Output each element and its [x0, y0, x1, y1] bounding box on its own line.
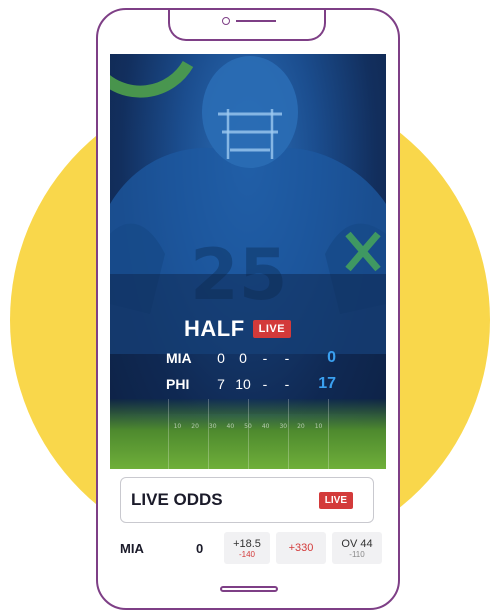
quarter-score: - [262, 376, 268, 392]
total-value: OV 44 [341, 537, 373, 550]
hero-image: 25 10 20 30 40 50 40 30 20 10 HALF LIVE … [110, 54, 386, 469]
yard-markers: 10 20 30 40 50 40 30 20 10 [110, 423, 386, 430]
live-odds-header[interactable]: LIVE ODDS LIVE [120, 477, 374, 523]
yard-marker: 20 [297, 423, 305, 430]
yard-line [288, 399, 289, 469]
yard-marker: 30 [208, 423, 217, 430]
moneyline-value: +330 [288, 542, 314, 554]
yard-line [168, 399, 169, 469]
football-field: 10 20 30 40 50 40 30 20 10 [110, 399, 386, 469]
yard-marker: 50 [244, 423, 252, 430]
quarter-score: 7 [217, 376, 225, 392]
odds-row-mia: MIA 0 +18.5 -140 +330 OV 44 -110 [110, 532, 386, 568]
live-odds-title: LIVE ODDS [131, 490, 223, 509]
yard-line [208, 399, 209, 469]
home-indicator[interactable] [220, 586, 278, 592]
team-abbr: MIA [120, 541, 144, 556]
yard-marker: 40 [226, 423, 235, 430]
quarter-score: 0 [217, 350, 225, 366]
scoreboard-row-mia: MIA 0 0 - - 0 [166, 348, 336, 368]
yard-line [328, 399, 329, 469]
phone-frame: 25 10 20 30 40 50 40 30 20 10 HALF LIVE … [96, 8, 400, 610]
total-score: 0 [327, 349, 336, 366]
yard-marker: 40 [261, 423, 270, 430]
team-abbr: MIA [166, 350, 192, 366]
live-badge: LIVE [252, 320, 292, 338]
team-abbr: PHI [166, 376, 190, 392]
total-score: 17 [318, 375, 336, 392]
moneyline-odds-button[interactable]: +330 [276, 532, 326, 564]
total-odds-button[interactable]: OV 44 -110 [332, 532, 382, 564]
spread-price: -140 [238, 549, 255, 559]
camera-icon [222, 17, 230, 25]
period-header: HALF LIVE [184, 316, 292, 342]
yard-marker: 10 [314, 423, 323, 430]
quarter-score: - [284, 376, 290, 392]
team-score: 0 [196, 541, 204, 556]
yard-marker: 20 [191, 423, 199, 430]
quarter-score: - [284, 350, 290, 366]
quarter-score: 10 [235, 376, 251, 392]
yard-marker: 30 [279, 423, 288, 430]
quarter-score: 0 [239, 350, 247, 366]
live-badge: LIVE [318, 492, 353, 509]
speaker-icon [236, 20, 276, 22]
total-price: -110 [349, 549, 365, 559]
quarter-score: - [262, 350, 268, 366]
spread-value: +18.5 [233, 537, 261, 550]
phone-notch [168, 10, 326, 41]
spread-odds-button[interactable]: +18.5 -140 [224, 532, 270, 564]
period-label: HALF [184, 316, 245, 341]
yard-marker: 10 [173, 423, 182, 430]
phone-screen: 25 10 20 30 40 50 40 30 20 10 HALF LIVE … [110, 54, 386, 572]
scoreboard-row-phi: PHI 7 10 - - 17 [166, 374, 336, 394]
yard-line [248, 399, 249, 469]
